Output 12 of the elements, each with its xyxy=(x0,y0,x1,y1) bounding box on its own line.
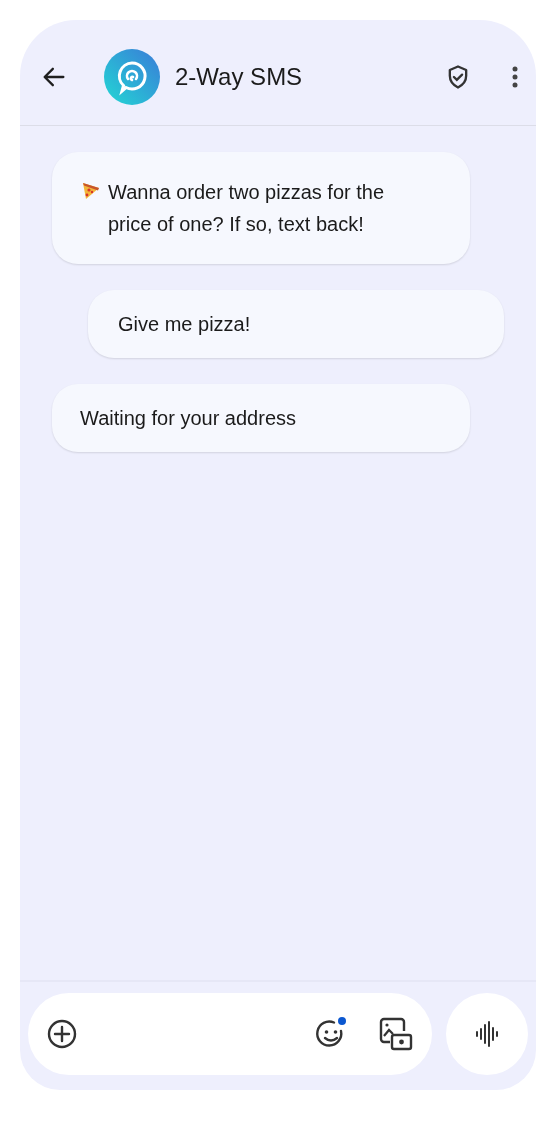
gallery-camera-icon xyxy=(378,1016,414,1052)
add-button[interactable] xyxy=(46,1018,78,1050)
gallery-camera-button[interactable] xyxy=(378,1016,414,1052)
message-input-field[interactable] xyxy=(28,993,432,1075)
message-text: Wanna order two pizzas for the price of one? If so, text back! xyxy=(108,180,386,237)
message-text: Waiting for your address xyxy=(80,406,296,431)
more-options-icon xyxy=(512,65,518,88)
more-options-button[interactable] xyxy=(512,65,518,88)
chat-bubble-logo-icon xyxy=(104,48,160,105)
conversation-title: 2-Way SMS xyxy=(175,62,304,91)
message-text: Give me pizza! xyxy=(118,312,251,337)
add-circle-icon xyxy=(46,1018,78,1050)
